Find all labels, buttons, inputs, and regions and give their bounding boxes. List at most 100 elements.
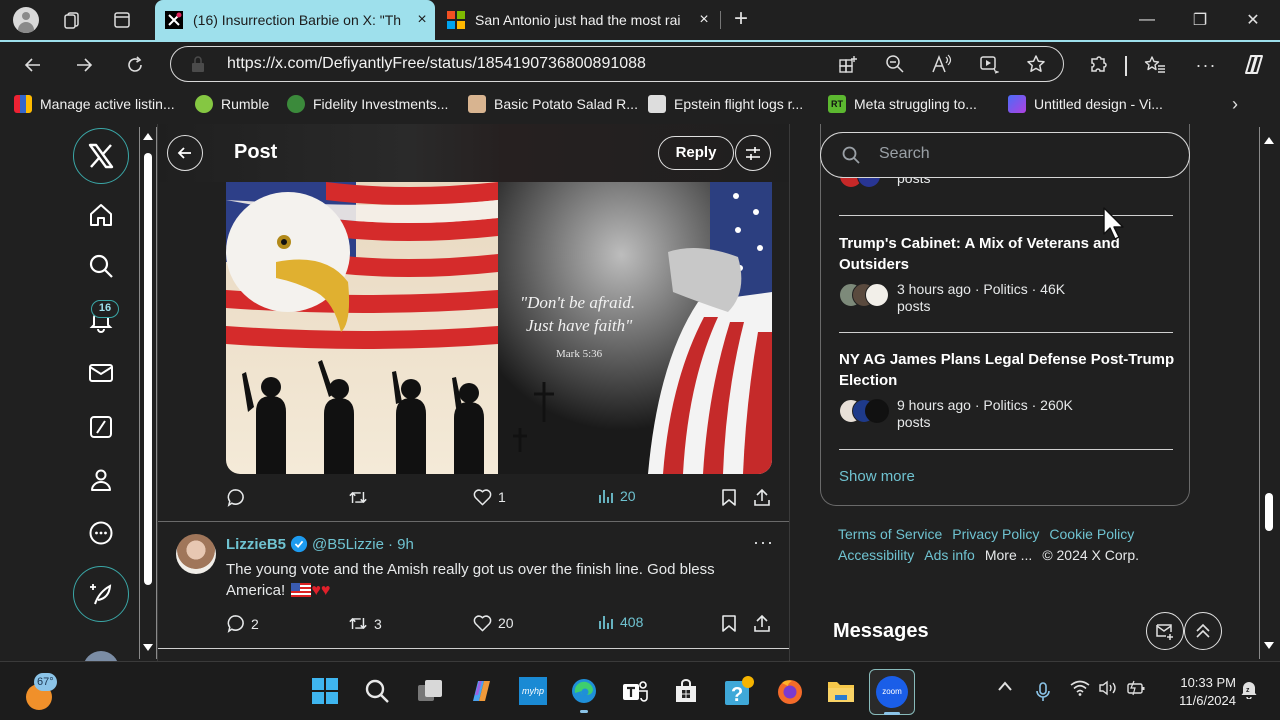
- accessibility-link[interactable]: Accessibility: [838, 547, 914, 563]
- terms-link[interactable]: Terms of Service: [838, 526, 942, 542]
- search-box[interactable]: [820, 132, 1190, 178]
- reply-author-handle[interactable]: @B5Lizzie: [312, 536, 384, 553]
- read-aloud-button[interactable]: [927, 49, 957, 79]
- more-options-button[interactable]: ···: [753, 532, 774, 553]
- nav-explore[interactable]: [73, 238, 129, 294]
- workspaces-button[interactable]: [57, 6, 87, 34]
- nav-messages[interactable]: [73, 345, 129, 401]
- apps-button[interactable]: [833, 49, 863, 79]
- extensions-button[interactable]: [1083, 50, 1113, 80]
- tab-close-button[interactable]: ×: [691, 11, 717, 29]
- like-action[interactable]: 20: [473, 614, 514, 632]
- back-button[interactable]: [18, 50, 48, 80]
- copilot-button[interactable]: [1239, 50, 1269, 80]
- myhp-button[interactable]: myhp: [518, 676, 548, 706]
- store-button[interactable]: [671, 676, 701, 706]
- bookmark-item[interactable]: Untitled design - Vi...: [1008, 95, 1163, 113]
- url-text[interactable]: https://x.com/DefiyantlyFree/status/1854…: [227, 55, 646, 73]
- favorite-button[interactable]: [1021, 49, 1051, 79]
- forward-button[interactable]: [69, 50, 99, 80]
- get-help-button[interactable]: ?: [724, 676, 754, 706]
- scrollbar-thumb[interactable]: [1265, 493, 1273, 531]
- share-action[interactable]: [753, 614, 777, 633]
- expand-messages-button[interactable]: [1184, 612, 1222, 650]
- start-button[interactable]: [310, 676, 340, 706]
- reply-button[interactable]: Reply: [658, 136, 734, 170]
- post-media[interactable]: "Don't be afraid. Just have faith" Mark …: [226, 182, 772, 474]
- teams-button[interactable]: [620, 676, 650, 706]
- bookmark-item[interactable]: Manage active listin...: [14, 95, 175, 113]
- tab-close-button[interactable]: ×: [409, 11, 435, 29]
- scroll-down-arrow-icon[interactable]: [143, 644, 153, 651]
- zoom-button[interactable]: zoom: [869, 669, 915, 715]
- reply-time[interactable]: · 9h: [388, 536, 414, 553]
- bookmark-action[interactable]: [721, 614, 743, 633]
- views-action[interactable]: 408: [598, 614, 643, 630]
- reply-author-avatar[interactable]: [176, 534, 216, 574]
- weather-widget[interactable]: 67°: [22, 672, 62, 712]
- like-action[interactable]: 1: [473, 488, 506, 506]
- new-message-button[interactable]: [1146, 612, 1184, 650]
- show-hidden-icons-button[interactable]: [997, 680, 1013, 692]
- scroll-up-arrow-icon[interactable]: [1264, 137, 1274, 144]
- right-scrollbar[interactable]: [1259, 127, 1277, 659]
- notifications-center-button[interactable]: z: [1240, 679, 1258, 699]
- repost-action[interactable]: 3: [348, 614, 382, 633]
- bookmarks-overflow-chevron-icon[interactable]: ›: [1232, 94, 1238, 115]
- account-avatar[interactable]: [83, 651, 119, 661]
- firefox-button[interactable]: [775, 676, 805, 706]
- file-explorer-button[interactable]: [826, 676, 856, 706]
- reply-action[interactable]: 2: [226, 614, 259, 633]
- bookmark-item[interactable]: Basic Potato Salad R...: [468, 95, 638, 113]
- refresh-button[interactable]: [120, 50, 150, 80]
- vertical-tabs-button[interactable]: [107, 6, 137, 34]
- reply-author-name[interactable]: LizzieB5: [226, 536, 286, 553]
- trend-item[interactable]: NY AG James Plans Legal Defense Post-Tru…: [839, 349, 1179, 431]
- scroll-up-arrow-icon[interactable]: [143, 133, 153, 140]
- messages-drawer-title[interactable]: Messages: [833, 620, 929, 643]
- close-window-button[interactable]: ✕: [1228, 0, 1278, 40]
- nav-grok[interactable]: [73, 399, 129, 455]
- taskbar-search-button[interactable]: [362, 676, 392, 706]
- search-input[interactable]: [879, 145, 1159, 163]
- task-view-button[interactable]: [415, 676, 445, 706]
- bookmark-item[interactable]: Epstein flight logs r...: [648, 95, 803, 113]
- battery-indicator[interactable]: [1126, 680, 1146, 696]
- scrollbar-thumb[interactable]: [144, 153, 152, 585]
- edge-button[interactable]: [569, 676, 599, 713]
- wifi-indicator[interactable]: [1070, 680, 1090, 696]
- left-scrollbar[interactable]: [139, 127, 157, 659]
- bookmark-item[interactable]: Rumble: [195, 95, 269, 113]
- cookie-link[interactable]: Cookie Policy: [1049, 526, 1134, 542]
- compose-post-button[interactable]: [73, 566, 129, 622]
- favorites-button[interactable]: [1140, 50, 1170, 80]
- nav-profile[interactable]: [73, 452, 129, 508]
- scroll-down-arrow-icon[interactable]: [1264, 642, 1274, 649]
- tab-san-antonio[interactable]: San Antonio just had the most rai ×: [437, 0, 717, 40]
- zoom-out-button[interactable]: [880, 49, 910, 79]
- bookmark-action[interactable]: [721, 488, 743, 507]
- show-more-link[interactable]: Show more: [839, 468, 915, 485]
- ads-info-link[interactable]: Ads info: [924, 547, 975, 563]
- address-bar[interactable]: https://x.com/DefiyantlyFree/status/1854…: [170, 46, 1064, 82]
- bookmark-item[interactable]: RT Meta struggling to...: [828, 95, 977, 113]
- microphone-indicator[interactable]: [1036, 682, 1050, 702]
- system-clock[interactable]: 10:33 PM 11/6/2024: [1160, 674, 1236, 710]
- tab-x-post[interactable]: (16) Insurrection Barbie on X: "Th ×: [155, 0, 435, 40]
- x-logo-button[interactable]: [73, 128, 129, 184]
- trend-item[interactable]: Trump's Cabinet: A Mix of Veterans and O…: [839, 233, 1179, 315]
- repost-action[interactable]: [348, 488, 374, 507]
- copilot-taskbar-button[interactable]: [466, 676, 496, 706]
- eagle-flag-image[interactable]: [226, 182, 498, 474]
- video-enhance-button[interactable]: [974, 49, 1004, 79]
- back-button[interactable]: [167, 135, 203, 171]
- views-action[interactable]: 20: [598, 488, 636, 504]
- nav-more[interactable]: [73, 505, 129, 561]
- settings-more-button[interactable]: ···: [1191, 50, 1221, 80]
- bookmark-item[interactable]: Fidelity Investments...: [287, 95, 448, 113]
- new-tab-button[interactable]: +: [728, 6, 754, 34]
- reply-action[interactable]: [226, 488, 251, 507]
- volume-indicator[interactable]: [1098, 680, 1118, 696]
- privacy-link[interactable]: Privacy Policy: [952, 526, 1039, 542]
- filter-button[interactable]: [735, 135, 771, 171]
